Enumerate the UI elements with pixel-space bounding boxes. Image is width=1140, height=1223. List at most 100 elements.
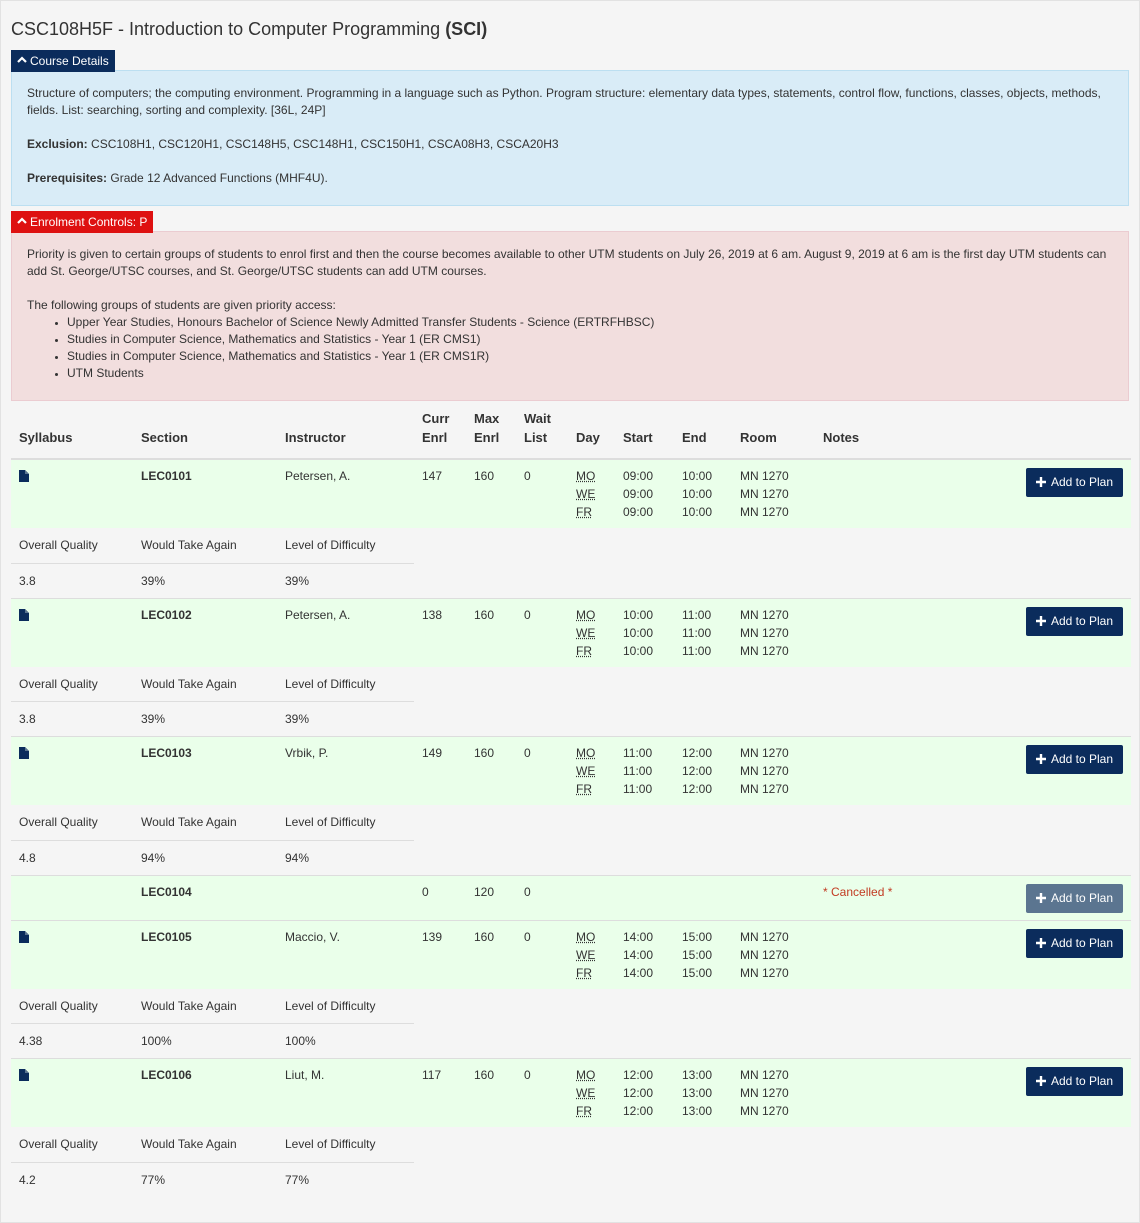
level-of-difficulty-value: 94%: [277, 840, 414, 875]
start-time: 11:00: [623, 764, 653, 778]
start-time-cell: [615, 874, 674, 920]
start-time: 14:00: [623, 965, 654, 980]
add-to-plan-button[interactable]: Add to Plan: [1025, 606, 1123, 636]
would-take-again-value: 39%: [133, 563, 277, 598]
add-to-plan-label: Add to Plan: [1050, 1074, 1113, 1088]
room: MN 1270: [740, 1068, 789, 1082]
overall-quality-label: Overall Quality: [11, 805, 133, 841]
level-of-difficulty-value: 39%: [277, 563, 414, 598]
document-icon[interactable]: [19, 930, 29, 943]
max-enrolment: 120: [466, 874, 516, 920]
syllabus-cell: [11, 1058, 133, 1127]
room-cell: MN 1270 MN 1270 MN 1270: [732, 736, 815, 805]
add-to-plan-button[interactable]: Add to Plan: [1025, 1067, 1123, 1096]
meeting-day: WE: [576, 625, 596, 640]
end-time: 10:00: [682, 487, 713, 501]
plus-icon: [1035, 1074, 1051, 1088]
exclusion-label: Exclusion:: [27, 137, 88, 151]
section-code: LEC0102: [133, 597, 277, 667]
meeting-day-cell: [568, 874, 615, 920]
add-to-plan-label: Add to Plan: [1050, 935, 1113, 950]
start-time: 14:00: [623, 947, 654, 962]
section-row: LEC0103 Vrbik, P. 149 160 0 MO WE FR 11:00 11:00 1…: [11, 736, 1131, 805]
instructor-name: Maccio, V.: [277, 919, 414, 989]
enrolment-controls-toggle[interactable]: Enrolment Controls: P: [11, 211, 154, 233]
header-curr-line2: Enrl: [422, 430, 448, 445]
header-day: Day: [568, 403, 615, 460]
current-enrolment: 149: [414, 736, 466, 805]
header-wait-list: Wait List: [516, 403, 568, 460]
room: MN 1270: [740, 607, 789, 622]
add-to-plan-button[interactable]: Add to Plan: [1025, 883, 1123, 913]
wait-list: 0: [516, 919, 568, 989]
meeting-day: WE: [576, 764, 596, 778]
add-to-plan-label: Add to Plan: [1050, 890, 1113, 905]
add-to-plan-button[interactable]: Add to Plan: [1025, 468, 1123, 497]
document-icon[interactable]: [19, 746, 29, 759]
instructor-name: [277, 874, 414, 920]
priority-groups-intro: The following groups of students are giv…: [27, 298, 336, 312]
level-of-difficulty-value: 39%: [277, 701, 414, 737]
header-max-line1: Max: [474, 411, 500, 426]
syllabus-cell: [11, 736, 133, 805]
meeting-day: MO: [576, 929, 596, 944]
room-cell: MN 1270 MN 1270 MN 1270: [732, 1058, 815, 1127]
document-icon[interactable]: [19, 469, 29, 482]
header-end: End: [674, 403, 732, 460]
notes-cell: Add to Plan: [815, 458, 1131, 528]
meeting-day: WE: [576, 1086, 596, 1100]
prerequisites-value: Grade 12 Advanced Functions (MHF4U).: [107, 171, 328, 185]
rating-label-row: Overall Quality Would Take Again Level of …: [11, 528, 1131, 564]
meeting-day: WE: [576, 487, 596, 501]
header-syllabus: Syllabus: [11, 403, 133, 460]
room: MN 1270: [740, 764, 789, 778]
rating-spacer: [414, 528, 1131, 563]
header-max-line2: Enrl: [474, 430, 500, 445]
rating-spacer: [414, 988, 1131, 1024]
page-title: CSC108H5F - Introduction to Computer Pro…: [11, 1, 1129, 50]
room: MN 1270: [740, 469, 789, 483]
wait-list: 0: [516, 874, 568, 920]
end-time-cell: 13:00 13:00 13:00: [674, 1058, 732, 1127]
wait-list: 0: [516, 736, 568, 805]
enrolment-controls-toggle-label: Enrolment Controls: P: [30, 215, 148, 229]
room: MN 1270: [740, 782, 789, 796]
would-take-again-value: 39%: [133, 701, 277, 737]
room: MN 1270: [740, 643, 789, 658]
room: MN 1270: [740, 965, 789, 980]
header-curr-enrl: Curr Enrl: [414, 403, 466, 460]
end-time: 12:00: [682, 764, 713, 778]
enrolment-text: Priority is given to certain groups of s…: [27, 247, 1107, 278]
rating-value-row: 4.38 100% 100%: [11, 1023, 1131, 1059]
overall-quality-label: Overall Quality: [11, 528, 133, 564]
meeting-day: FR: [576, 505, 592, 519]
document-icon[interactable]: [19, 608, 29, 621]
section-row: LEC0104 0 120 0 Add to Plan * Cancelled *: [11, 874, 1131, 920]
notes-cell: Add to Plan: [815, 919, 1131, 989]
notes-cell: Add to Plan: [815, 736, 1131, 805]
end-time-cell: 11:00 11:00 11:00: [674, 597, 732, 667]
end-time: 11:00: [682, 607, 712, 622]
rating-value-row: 4.8 94% 94%: [11, 840, 1131, 875]
would-take-again-value: 94%: [133, 840, 277, 875]
end-time: 12:00: [682, 782, 713, 796]
room-cell: MN 1270 MN 1270 MN 1270: [732, 597, 815, 667]
add-to-plan-button[interactable]: Add to Plan: [1025, 745, 1123, 774]
start-time-cell: 10:00 10:00 10:00: [615, 597, 674, 667]
max-enrolment: 160: [466, 919, 516, 989]
rating-label-row: Overall Quality Would Take Again Level of …: [11, 805, 1131, 841]
meeting-day: MO: [576, 746, 596, 760]
course-details-toggle[interactable]: Course Details: [11, 50, 115, 72]
current-enrolment: 0: [414, 874, 466, 920]
header-room: Room: [732, 403, 815, 460]
room: MN 1270: [740, 625, 789, 640]
room: MN 1270: [740, 1086, 789, 1100]
rating-spacer: [414, 1162, 1131, 1197]
document-icon[interactable]: [19, 1068, 29, 1081]
add-to-plan-button[interactable]: Add to Plan: [1025, 928, 1123, 958]
table-header-row: Syllabus Section Instructor Curr Enrl Max…: [11, 403, 1131, 460]
header-instructor: Instructor: [277, 403, 414, 460]
level-of-difficulty-label: Level of Difficulty: [277, 988, 414, 1024]
max-enrolment: 160: [466, 458, 516, 528]
rating-spacer: [414, 701, 1131, 737]
